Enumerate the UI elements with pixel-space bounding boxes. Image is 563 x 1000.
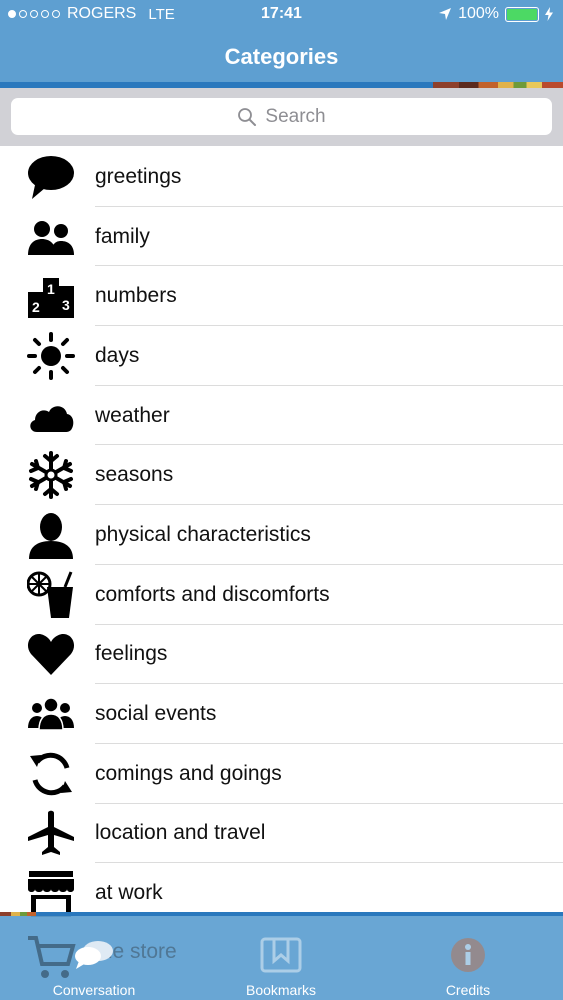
list-item[interactable]: comings and goings — [0, 744, 563, 804]
tab-label: Conversation — [52, 982, 136, 998]
tab-bar: the store Conversation Bookmarks Credits — [0, 912, 563, 1000]
svg-text:2: 2 — [32, 299, 40, 315]
battery-icon — [505, 6, 539, 22]
cloud-icon — [26, 391, 76, 441]
search-icon — [238, 107, 257, 126]
tab-label: Bookmarks — [245, 982, 317, 998]
decorative-pattern — [0, 912, 36, 916]
battery-percent: 100% — [458, 5, 499, 22]
list-item[interactable]: comforts and discomforts — [0, 565, 563, 625]
list-item-label: days — [95, 343, 140, 367]
snowflake-icon — [26, 450, 76, 500]
location-arrow-icon — [439, 8, 452, 20]
navigation-header: ROGERS LTE 17:41 100% Categories — [0, 0, 563, 88]
search-input[interactable]: Search — [11, 98, 552, 135]
chat-bubbles-icon — [24, 934, 164, 976]
heart-icon — [26, 629, 76, 679]
list-item[interactable]: social events — [0, 684, 563, 744]
svg-text:1: 1 — [47, 281, 55, 297]
status-right: 100% — [438, 5, 553, 23]
tab-bar-accent-strip — [0, 912, 563, 916]
list-item[interactable]: days — [0, 326, 563, 386]
info-icon — [398, 934, 538, 976]
list-item-label: comforts and discomforts — [95, 582, 330, 606]
list-item-label: numbers — [95, 284, 177, 308]
list-item-label: comings and goings — [95, 761, 282, 785]
storefront-icon — [26, 868, 76, 918]
list-item-label: greetings — [95, 164, 182, 188]
list-item[interactable]: 2 1 3 numbers — [0, 266, 563, 327]
list-item[interactable]: seasons — [0, 445, 563, 506]
airplane-icon — [26, 808, 76, 858]
list-item-label: physical characteristics — [95, 522, 311, 546]
bookmark-icon — [211, 934, 351, 976]
search-placeholder: Search — [265, 105, 326, 127]
numbers-icon: 2 1 3 — [26, 271, 76, 321]
svg-text:3: 3 — [62, 297, 70, 313]
list-item-label: at work — [95, 881, 163, 905]
person-silhouette-icon — [26, 510, 76, 560]
tab-credits[interactable]: Credits — [398, 934, 538, 1000]
list-item[interactable]: physical characteristics — [0, 505, 563, 565]
list-item[interactable]: location and travel — [0, 804, 563, 864]
tab-label: Credits — [445, 982, 491, 998]
sun-icon — [26, 331, 76, 381]
list-item-label: feelings — [95, 642, 168, 666]
list-item-label: social events — [95, 702, 217, 726]
list-item[interactable]: family — [0, 207, 563, 267]
status-bar: ROGERS LTE 17:41 100% — [0, 0, 563, 30]
charging-bolt-icon — [545, 7, 553, 21]
list-item[interactable]: greetings — [0, 147, 563, 207]
people-pair-icon — [26, 212, 76, 262]
list-item-label: family — [95, 224, 150, 248]
list-item-label: weather — [95, 403, 170, 427]
list-item-label: location and travel — [95, 821, 266, 845]
list-item[interactable]: weather — [0, 386, 563, 446]
tab-bookmarks[interactable]: Bookmarks — [211, 934, 351, 1000]
list-item[interactable]: feelings — [0, 625, 563, 685]
list-item-label: seasons — [95, 463, 174, 487]
page-title: Categories — [224, 44, 339, 69]
drink-icon — [26, 570, 76, 620]
tab-conversation[interactable]: Conversation — [24, 934, 164, 1000]
speech-bubble-icon — [26, 152, 76, 202]
category-list: greetings family 2 1 3 numbers days weat… — [0, 147, 563, 923]
group-icon — [26, 689, 76, 739]
cycle-arrows-icon — [26, 749, 76, 799]
search-bar: Search — [0, 88, 563, 146]
